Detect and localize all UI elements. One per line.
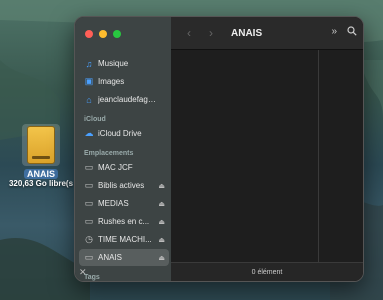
forward-chevron-icon[interactable]: › xyxy=(203,26,219,40)
desktop-drive-name: ANAIS xyxy=(23,169,58,179)
minimize-window-button[interactable] xyxy=(99,30,107,38)
finder-toolbar: ‹ › ANAIS » xyxy=(171,17,363,50)
search-icon[interactable] xyxy=(347,26,357,39)
photo-icon: ▣ xyxy=(84,76,94,86)
eject-icon[interactable]: ⏏ xyxy=(158,182,165,190)
eject-icon[interactable]: ⏏ xyxy=(158,218,165,226)
eject-icon[interactable]: ⏏ xyxy=(158,254,165,262)
status-bar: ✕ 0 élément xyxy=(79,262,363,281)
drive-icon: ▭ xyxy=(84,252,94,262)
sidebar-section-locations: Emplacements xyxy=(84,150,134,157)
time-machine-icon: ◷ xyxy=(85,234,93,244)
eject-icon[interactable]: ⏏ xyxy=(158,200,165,208)
column-view[interactable] xyxy=(171,50,363,262)
home-icon: ⌂ xyxy=(86,94,92,105)
drive-icon: ▭ xyxy=(84,216,94,226)
sidebar-item-medias[interactable]: ▭ MEDIAS ⏏ xyxy=(79,195,169,212)
drive-icon: ▭ xyxy=(84,198,94,208)
music-note-icon: ♫ xyxy=(85,58,93,69)
sidebar-section-icloud: iCloud xyxy=(84,116,106,123)
sidebar-item-anais[interactable]: ▭ ANAIS ⏏ xyxy=(79,249,169,266)
item-count: 0 élément xyxy=(251,268,283,276)
external-drive-icon xyxy=(22,124,60,166)
desktop-drive-free-space: 320,63 Go libre(s xyxy=(8,179,74,188)
finder-sidebar: ♫ Musique ▣ Images ⌂ jeanclaudefaggi... … xyxy=(75,17,171,281)
close-window-button[interactable] xyxy=(85,30,93,38)
sidebar-item-time-machine[interactable]: ◷ TIME MACHI... ⏏ xyxy=(79,231,169,248)
sidebar-item-home[interactable]: ⌂ jeanclaudefaggi... xyxy=(79,91,169,108)
desktop-drive-anais[interactable]: ANAIS 320,63 Go libre(s xyxy=(4,124,78,188)
zoom-window-button[interactable] xyxy=(113,30,121,38)
column-divider[interactable] xyxy=(318,50,319,262)
finder-window: ♫ Musique ▣ Images ⌂ jeanclaudefaggi... … xyxy=(74,16,364,282)
eject-icon[interactable]: ⏏ xyxy=(158,236,165,244)
sidebar-item-rushes[interactable]: ▭ Rushes en c... ⏏ xyxy=(79,213,169,230)
drive-icon: ▭ xyxy=(84,162,94,172)
sidebar-item-musique[interactable]: ♫ Musique xyxy=(79,55,169,72)
window-title: ANAIS xyxy=(231,27,263,39)
sidebar-item-biblis-actives[interactable]: ▭ Biblis actives ⏏ xyxy=(79,177,169,194)
finder-content: ‹ › ANAIS » ✕ 0 élément xyxy=(79,17,363,281)
window-controls xyxy=(85,30,121,38)
sidebar-section-tags: Tags xyxy=(84,274,100,281)
sidebar-item-images[interactable]: ▣ Images xyxy=(79,73,169,90)
back-chevron-icon[interactable]: ‹ xyxy=(181,26,197,40)
close-icon[interactable]: ✕ xyxy=(79,267,87,278)
cloud-icon: ☁ xyxy=(84,128,94,138)
drive-icon: ▭ xyxy=(84,180,94,190)
more-toolbar-icon[interactable]: » xyxy=(331,26,337,39)
sidebar-item-mac-jcf[interactable]: ▭ MAC JCF xyxy=(79,159,169,176)
sidebar-item-icloud-drive[interactable]: ☁ iCloud Drive xyxy=(79,125,169,142)
